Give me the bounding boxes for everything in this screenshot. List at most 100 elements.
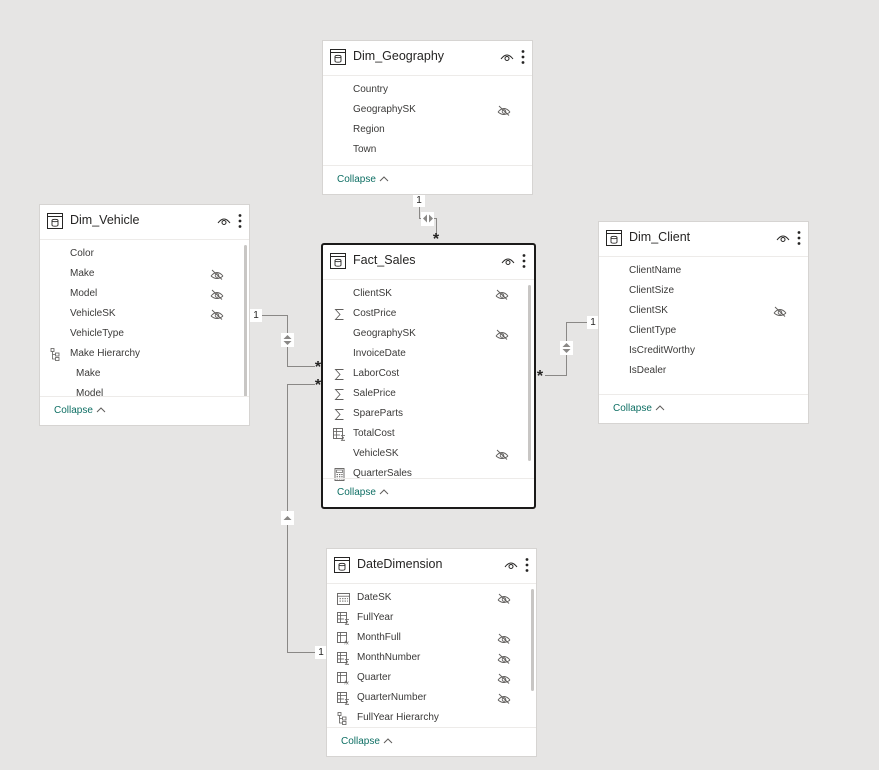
- hidden-eye-icon[interactable]: [497, 633, 511, 644]
- collapse-button[interactable]: Collapse: [613, 403, 665, 414]
- table-title: DateDimension: [357, 557, 443, 571]
- field-row[interactable]: ClientSK: [599, 302, 808, 322]
- field-row[interactable]: Town: [323, 141, 532, 161]
- field-row[interactable]: IsDealer: [599, 362, 808, 382]
- table-header[interactable]: Dim_Vehicle: [40, 205, 249, 240]
- table-header[interactable]: DateDimension: [327, 549, 536, 584]
- field-row[interactable]: Color: [40, 245, 249, 265]
- field-row[interactable]: MonthFull: [327, 629, 536, 649]
- field-row[interactable]: VehicleSK: [323, 445, 534, 465]
- field-row[interactable]: ClientSize: [599, 282, 808, 302]
- field-name: FullYear Hierarchy: [357, 712, 439, 723]
- eye-icon[interactable]: [776, 233, 790, 243]
- field-row[interactable]: Model: [40, 285, 249, 305]
- table-header[interactable]: Fact_Sales: [323, 245, 534, 280]
- table-icon: [47, 213, 63, 229]
- collapse-button[interactable]: Collapse: [337, 174, 389, 185]
- relationship-line-vehicle-seg[interactable]: [287, 366, 315, 367]
- hidden-eye-icon[interactable]: [773, 306, 787, 317]
- collapse-button[interactable]: Collapse: [54, 405, 106, 416]
- table-icon: [330, 49, 346, 65]
- field-name: Model: [70, 288, 98, 299]
- field-row[interactable]: TotalCost: [323, 425, 534, 445]
- hidden-eye-icon[interactable]: [210, 309, 224, 320]
- relationship-line-client-seg[interactable]: [545, 375, 567, 376]
- more-options-icon[interactable]: [797, 230, 801, 246]
- more-options-icon[interactable]: [238, 213, 242, 229]
- field-row[interactable]: FullYear: [327, 609, 536, 629]
- field-row[interactable]: Country: [323, 81, 532, 101]
- field-row[interactable]: ClientType: [599, 322, 808, 342]
- field-row[interactable]: MonthNumber: [327, 649, 536, 669]
- field-name: FullYear: [357, 612, 394, 623]
- hidden-eye-icon[interactable]: [497, 693, 511, 704]
- table-card-dim-client[interactable]: Dim_Client ClientName ClientSize ClientSK C…: [598, 221, 809, 424]
- crossfilter-both-icon[interactable]: [281, 333, 294, 347]
- field-row[interactable]: GeographySK: [323, 325, 534, 345]
- field-row[interactable]: Make: [40, 365, 249, 385]
- hidden-eye-icon[interactable]: [495, 449, 509, 460]
- crossfilter-both-icon[interactable]: [560, 341, 573, 355]
- field-name: DateSK: [357, 592, 392, 603]
- hidden-eye-icon[interactable]: [495, 289, 509, 300]
- eye-icon[interactable]: [217, 216, 231, 226]
- field-row[interactable]: IsCreditWorthy: [599, 342, 808, 362]
- relationship-line-date-seg[interactable]: [287, 652, 315, 653]
- scrollbar[interactable]: [528, 285, 531, 461]
- field-name: Country: [353, 84, 389, 95]
- crossfilter-single-icon[interactable]: [281, 511, 294, 525]
- table-header[interactable]: Dim_Geography: [323, 41, 532, 76]
- calculated-column-icon: [337, 692, 350, 705]
- table-icon: [606, 230, 622, 246]
- relationship-line-date[interactable]: [287, 384, 315, 385]
- field-row[interactable]: ClientName: [599, 262, 808, 282]
- table-card-dim-geography[interactable]: Dim_Geography Country GeographySK Region To…: [322, 40, 533, 195]
- scrollbar[interactable]: [531, 589, 534, 691]
- field-row[interactable]: FullYear Hierarchy: [327, 709, 536, 729]
- more-options-icon[interactable]: [522, 253, 526, 269]
- table-header[interactable]: Dim_Client: [599, 222, 808, 257]
- eye-icon[interactable]: [504, 560, 518, 570]
- field-row[interactable]: QuarterNumber: [327, 689, 536, 709]
- hidden-eye-icon[interactable]: [497, 673, 511, 684]
- sigma-icon: [333, 308, 346, 321]
- hidden-eye-icon[interactable]: [495, 329, 509, 340]
- table-title: Dim_Vehicle: [70, 213, 140, 227]
- hidden-eye-icon[interactable]: [497, 653, 511, 664]
- scrollbar[interactable]: [244, 245, 247, 397]
- field-row[interactable]: VehicleType: [40, 325, 249, 345]
- field-name: Make: [70, 268, 95, 279]
- field-row[interactable]: ClientSK: [323, 285, 534, 305]
- field-row[interactable]: LaborCost: [323, 365, 534, 385]
- hidden-eye-icon[interactable]: [210, 269, 224, 280]
- chevron-up-icon: [379, 489, 389, 495]
- hidden-eye-icon[interactable]: [210, 289, 224, 300]
- table-card-fact-sales[interactable]: Fact_Sales ClientSK CostPrice GeographySK I…: [321, 243, 536, 509]
- field-row[interactable]: SpareParts: [323, 405, 534, 425]
- hidden-eye-icon[interactable]: [497, 593, 511, 604]
- field-name: GeographySK: [353, 104, 416, 115]
- field-row[interactable]: InvoiceDate: [323, 345, 534, 365]
- hidden-eye-icon[interactable]: [497, 105, 511, 116]
- field-row[interactable]: DateSK: [327, 589, 536, 609]
- field-row[interactable]: Quarter: [327, 669, 536, 689]
- more-options-icon[interactable]: [525, 557, 529, 573]
- table-card-date-dimension[interactable]: DateDimension DateSK FullYear MonthFull Mon…: [326, 548, 537, 757]
- chevron-up-icon: [383, 738, 393, 744]
- collapse-button[interactable]: Collapse: [337, 487, 389, 498]
- table-card-dim-vehicle[interactable]: Dim_Vehicle Color Make Model VehicleSK Vehic…: [39, 204, 250, 426]
- collapse-button[interactable]: Collapse: [341, 736, 393, 747]
- field-name: Make: [76, 368, 101, 379]
- field-row[interactable]: CostPrice: [323, 305, 534, 325]
- eye-icon[interactable]: [501, 256, 515, 266]
- eye-icon[interactable]: [500, 52, 514, 62]
- crossfilter-both-icon[interactable]: [421, 212, 434, 226]
- relationship-line-vehicle[interactable]: [262, 315, 288, 316]
- more-options-icon[interactable]: [521, 49, 525, 65]
- field-row[interactable]: Make: [40, 265, 249, 285]
- field-row[interactable]: Region: [323, 121, 532, 141]
- field-row[interactable]: VehicleSK: [40, 305, 249, 325]
- field-row[interactable]: SalePrice: [323, 385, 534, 405]
- field-row[interactable]: GeographySK: [323, 101, 532, 121]
- field-row[interactable]: Make Hierarchy: [40, 345, 249, 365]
